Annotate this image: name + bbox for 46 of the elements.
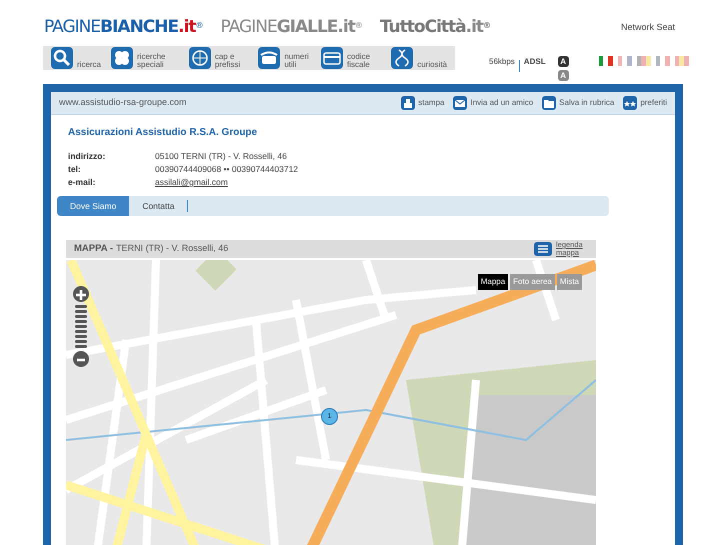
field-value: 00390744409068 •• 00390744403712 [155, 163, 298, 176]
stars-icon [623, 96, 638, 110]
field-value: 05100 TERNI (TR) - V. Rosselli, 46 [155, 150, 287, 163]
company-name: Assicurazioni Assistudio R.S.A. Groupe [68, 126, 258, 140]
connection-option[interactable]: 56kbps [489, 56, 515, 68]
flag-icon[interactable] [598, 56, 613, 66]
site-url: www.assistudio-rsa-groupe.com [59, 96, 187, 110]
telephone-icon [258, 47, 280, 69]
helix-icon [391, 47, 414, 69]
font-size-button[interactable]: A [558, 56, 569, 67]
nav-link[interactable]: curiosità [417, 61, 447, 69]
toolbar-link[interactable]: Salva in rubrica [559, 97, 614, 109]
card-icon [320, 47, 343, 69]
tab[interactable]: Contatta [129, 196, 188, 216]
field-label: tel: [68, 163, 82, 176]
nav-link[interactable]: ricerca [77, 61, 102, 69]
envelope-icon [453, 96, 468, 110]
toolbar-link[interactable]: preferiti [640, 97, 667, 109]
font-size-button[interactable]: A [558, 70, 569, 81]
network-link[interactable]: Network Seat [620, 21, 675, 35]
search-icon [51, 47, 73, 69]
clover-icon [111, 47, 134, 69]
map-mode-tab[interactable]: Mappa [478, 274, 508, 290]
logo[interactable]: PAGINEGIALLE.it$^{®}$ [220, 15, 362, 41]
nav-link[interactable]: numeri utili [284, 53, 311, 69]
flag-icon[interactable] [636, 56, 651, 66]
field-label: indirizzo: [68, 150, 106, 163]
toolbar-link[interactable]: Invia ad un amico [470, 97, 534, 109]
email-link[interactable]: assilali@gmail.com [155, 176, 228, 189]
printer-icon [401, 96, 416, 110]
logo[interactable]: TuttoCittà.it$^{®}$ [380, 15, 490, 41]
logo[interactable]: PAGINEBIANCHE.it$^{®}$ [44, 15, 203, 41]
flag-icon[interactable] [618, 56, 632, 66]
tab[interactable]: Dove Siamo [57, 196, 130, 216]
map-address: TERNI (TR) - V. Rosselli, 46 [116, 242, 228, 256]
map-title: MAPPA - [74, 242, 114, 256]
zoom-scale-icon [75, 305, 87, 348]
folder-icon [542, 96, 556, 110]
flag-icon[interactable] [656, 56, 670, 66]
toolbar-link[interactable]: stampa [418, 97, 444, 109]
nav-link[interactable]: codice fiscale [346, 53, 382, 69]
nav-link[interactable]: cap e prefissi [214, 53, 248, 69]
nav-link[interactable]: ricerche speciali [137, 53, 179, 69]
globe-icon [188, 47, 211, 69]
field-label: e-mail: [68, 176, 96, 189]
connection-option[interactable]: ADSL [524, 56, 546, 68]
